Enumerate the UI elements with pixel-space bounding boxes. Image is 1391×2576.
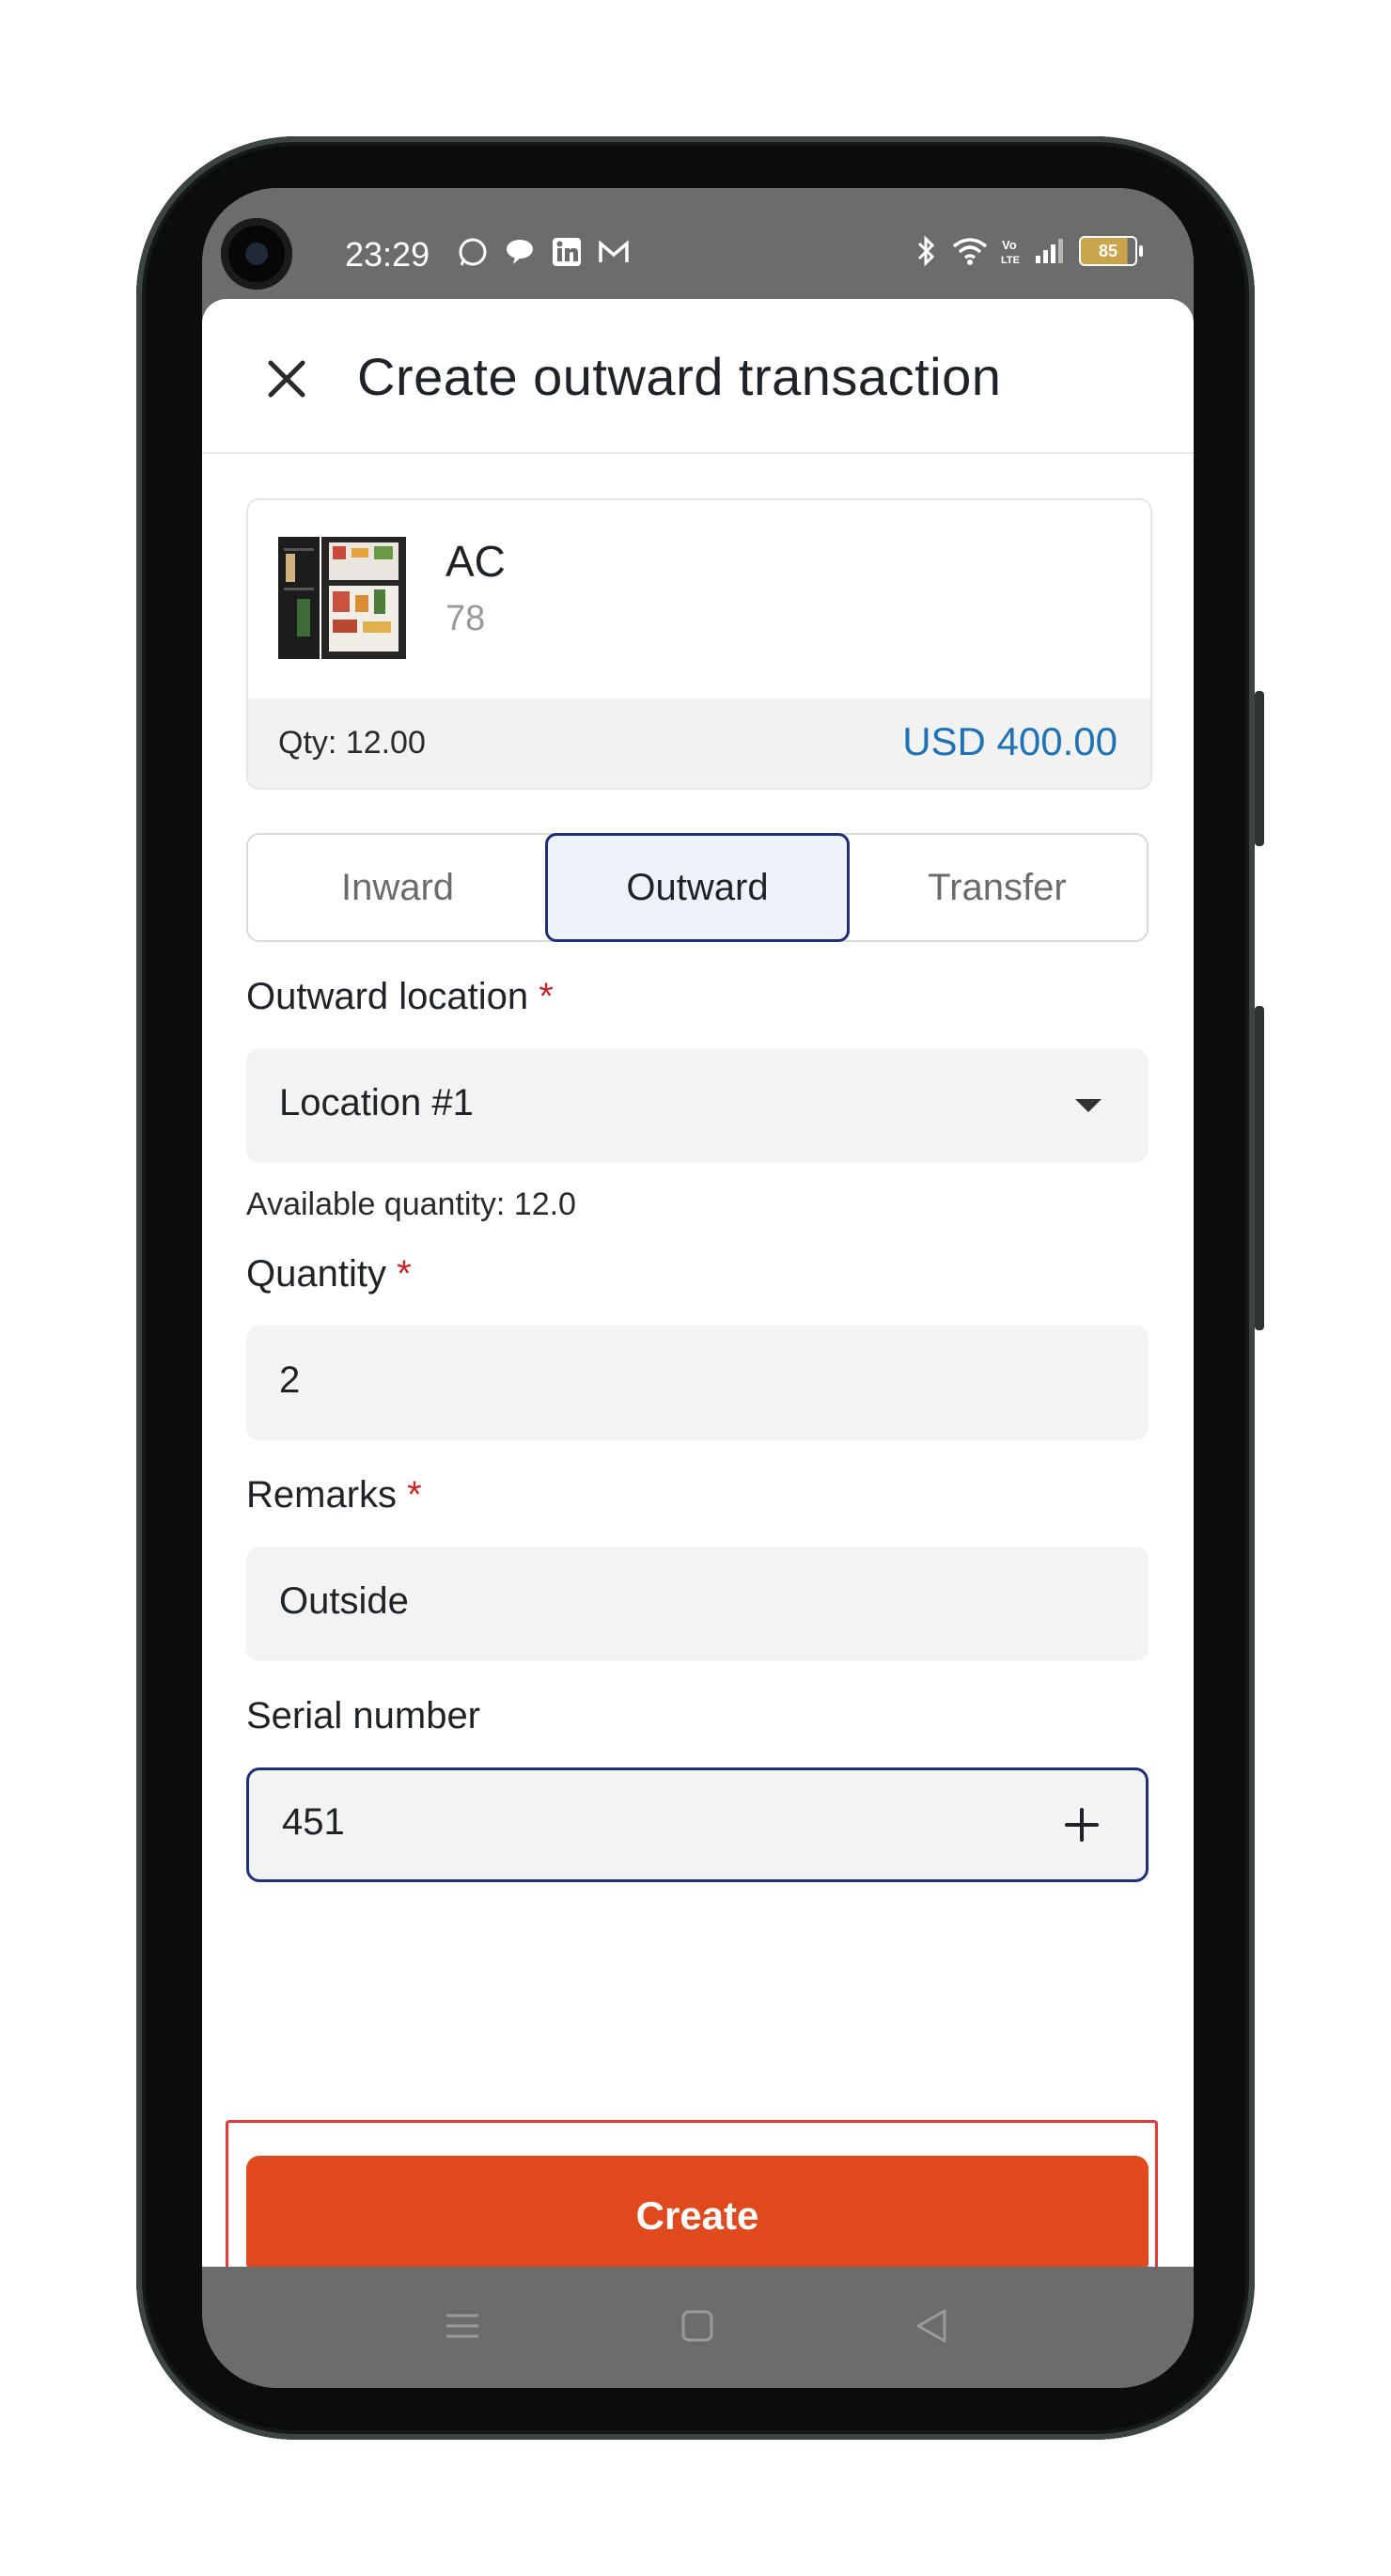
available-quantity-helper: Available quantity: 12.0 [246, 1186, 576, 1222]
quantity-label-text: Quantity [246, 1253, 386, 1295]
serial-number-label: Serial number [246, 1695, 480, 1737]
close-icon[interactable] [254, 346, 320, 412]
product-card: AC 78 Qty: 12.00 USD 400.00 [246, 498, 1152, 790]
quantity-label: Quantity * [246, 1253, 412, 1296]
dropdown-arrow-icon [1075, 1099, 1102, 1112]
notification-icons: aha [456, 235, 631, 2314]
serial-number-value: 451 [282, 1801, 345, 1843]
transaction-type-selector: Inward Outward Transfer [246, 833, 1149, 942]
refrigerator-image [276, 533, 408, 665]
app-bar: Create outward transaction [202, 299, 1194, 454]
outward-location-value: Location #1 [279, 1082, 474, 1123]
outward-location-label: Outward location * [246, 976, 554, 1018]
back-icon[interactable] [909, 2302, 956, 2349]
page-title: Create outward transaction [357, 347, 1002, 406]
serial-number-input[interactable]: 451 [246, 1767, 1149, 1882]
bluetooth-icon [917, 235, 935, 267]
quantity-value: 2 [279, 1359, 301, 1401]
battery-icon: 85 [1079, 236, 1143, 266]
svg-text:Vo: Vo [1002, 238, 1017, 252]
volte-icon: Vo LTE [1001, 238, 1020, 266]
status-bar: 23:29 aha Vo LTE 85 [202, 188, 1194, 2314]
front-camera [221, 218, 292, 290]
signal-icon [1036, 239, 1063, 263]
add-serial-button[interactable] [1055, 1798, 1108, 1851]
tab-inward[interactable]: Inward [248, 835, 547, 940]
required-mark: * [539, 976, 554, 1017]
power-button [1255, 691, 1264, 846]
system-navigation-bar [202, 2267, 1194, 2388]
product-quantity: Qty: 12.00 [278, 725, 426, 761]
status-time: 23:29 [345, 235, 430, 274]
required-mark: * [407, 1474, 422, 1516]
product-name: AC [445, 537, 506, 586]
outward-location-label-text: Outward location [246, 976, 529, 1017]
wifi-icon [952, 238, 988, 265]
outward-location-dropdown[interactable]: Location #1 [246, 1048, 1149, 1163]
svg-text:LTE: LTE [1001, 255, 1020, 266]
serial-number-label-text: Serial number [246, 1695, 481, 1736]
create-button[interactable]: Create [246, 2156, 1149, 2276]
volume-button [1255, 1006, 1264, 1330]
plus-icon [1065, 1808, 1099, 1842]
required-mark: * [397, 1253, 412, 1295]
whatsapp-icon [456, 235, 490, 269]
status-right-icons: Vo LTE 85 [914, 235, 1143, 267]
gmail-icon [597, 235, 631, 269]
chat-bubble-icon [503, 235, 537, 269]
remarks-input[interactable]: Outside [246, 1547, 1149, 1661]
phone-screen: 23:29 aha Vo LTE 85 [202, 188, 1194, 2388]
product-card-footer: Qty: 12.00 USD 400.00 [248, 699, 1150, 788]
remarks-label: Remarks * [246, 1474, 422, 1516]
menu-icon[interactable] [439, 2302, 486, 2349]
product-price: USD 400.00 [902, 719, 1117, 763]
remarks-label-text: Remarks [246, 1474, 398, 1516]
product-code: 78 [445, 599, 486, 638]
create-transaction-screen: Create outward transaction AC 78 Qty: 12… [202, 299, 1194, 2329]
tab-transfer[interactable]: Transfer [848, 835, 1147, 940]
home-icon[interactable] [674, 2302, 721, 2349]
remarks-value: Outside [279, 1580, 409, 1622]
linkedin-icon [550, 235, 584, 269]
quantity-input[interactable]: 2 [246, 1326, 1149, 1440]
tab-outward[interactable]: Outward [545, 833, 850, 942]
